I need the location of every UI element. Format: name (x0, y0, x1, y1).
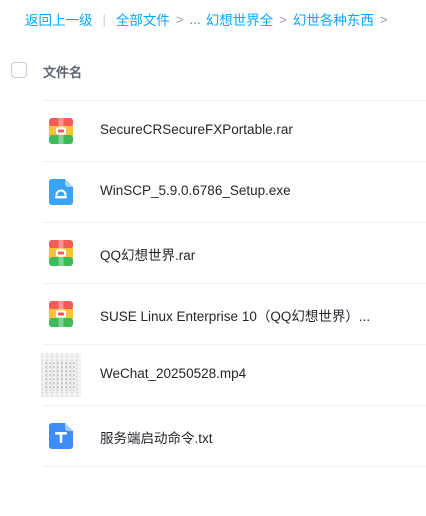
select-all-checkbox[interactable] (11, 62, 27, 78)
file-row[interactable]: WeChat_20250528.mp4 (41, 345, 426, 406)
breadcrumb-separator: > (379, 11, 388, 27)
file-name[interactable]: QQ幻想世界.rar (100, 244, 195, 264)
breadcrumb-root[interactable]: 全部文件 (116, 9, 170, 29)
file-name[interactable]: WeChat_20250528.mp4 (100, 366, 246, 381)
column-header-filename[interactable]: 文件名 (43, 62, 82, 81)
archive-icon (49, 118, 73, 144)
file-name[interactable]: 服务端启动命令.txt (100, 427, 213, 447)
file-row[interactable]: SecureCRSecureFXPortable.rar (43, 101, 426, 162)
archive-icon (49, 301, 73, 327)
breadcrumb: 返回上一级 | 全部文件 > ... 幻想世界全 > 幻世各种东西 > (0, 0, 426, 38)
breadcrumb-divider: | (102, 11, 106, 27)
breadcrumb-level2[interactable]: 幻世各种东西 (293, 9, 374, 29)
text-icon (49, 423, 73, 449)
file-row[interactable]: 服务端启动命令.txt (43, 406, 426, 467)
back-link[interactable]: 返回上一级 (25, 9, 93, 29)
breadcrumb-level1[interactable]: 幻想世界全 (206, 9, 274, 29)
breadcrumb-separator: > (279, 11, 287, 27)
breadcrumb-separator: > (175, 11, 184, 27)
archive-icon (49, 240, 73, 266)
file-list: SecureCRSecureFXPortable.rar WinSCP_5.9.… (0, 101, 426, 467)
file-row[interactable]: SUSE Linux Enterprise 10（QQ幻想世界）... (43, 284, 426, 345)
file-row[interactable]: WinSCP_5.9.0.6786_Setup.exe (43, 162, 426, 223)
file-name[interactable]: WinSCP_5.9.0.6786_Setup.exe (100, 183, 291, 198)
breadcrumb-ellipsis[interactable]: ... (189, 12, 200, 27)
exe-icon (49, 179, 73, 205)
video-thumbnail (41, 353, 81, 397)
file-row[interactable]: QQ幻想世界.rar (43, 223, 426, 284)
file-name[interactable]: SUSE Linux Enterprise 10（QQ幻想世界）... (100, 305, 370, 325)
file-name[interactable]: SecureCRSecureFXPortable.rar (100, 122, 293, 137)
list-header: 文件名 (0, 52, 426, 90)
